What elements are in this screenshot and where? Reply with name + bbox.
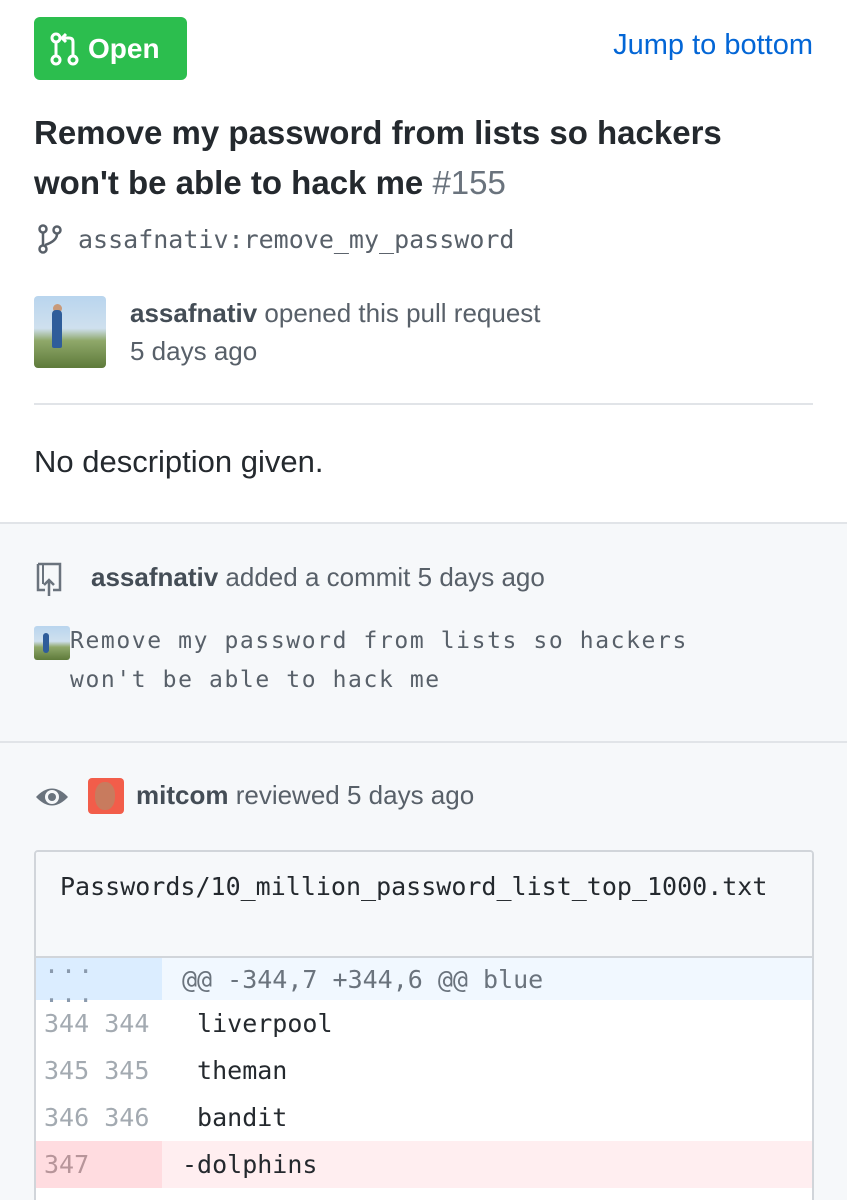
opened-text: opened this pull request (264, 298, 541, 328)
branch-name[interactable]: assafnativ:remove_my_password (78, 225, 515, 254)
jump-to-bottom-link[interactable]: Jump to bottom (613, 29, 813, 62)
git-branch-icon (38, 224, 62, 254)
divider (0, 741, 847, 743)
author-link[interactable]: assafnativ (130, 298, 257, 328)
line-numbers: 345 345 (36, 1047, 162, 1094)
repo-push-icon (36, 562, 62, 596)
new-line-number: 344 (104, 1009, 150, 1038)
diff-code: bandit (182, 1103, 288, 1132)
line-numbers: 347 (36, 1141, 162, 1188)
pr-opener: assafnativ opened this pull request 5 da… (34, 296, 813, 370)
diff-hunk-row[interactable]: ... ... @@ -344,7 +344,6 @@ blue (36, 950, 812, 1008)
pr-description: No description given. (34, 444, 324, 479)
diff-row-deleted[interactable]: 347 -dolphins (36, 1141, 812, 1188)
avatar[interactable] (34, 296, 106, 368)
git-pull-request-icon (50, 32, 79, 65)
commit-action: added a commit 5 days ago (225, 562, 545, 592)
reviewer-link[interactable]: mitcom (136, 780, 228, 810)
diff-row[interactable]: 344 344 liverpool (36, 1000, 812, 1047)
commit-event-text: assafnativ added a commit 5 days ago (91, 562, 545, 593)
diff-row[interactable]: 346 346 bandit (36, 1094, 812, 1141)
avatar[interactable] (34, 626, 70, 660)
status-label: Open (88, 32, 160, 64)
status-badge: Open (34, 17, 187, 80)
avatar[interactable] (88, 778, 124, 814)
old-line-number: 344 (44, 1009, 90, 1038)
new-line-number: 346 (104, 1103, 150, 1132)
diff-code: liverpool (182, 1009, 333, 1038)
review-event: mitcom reviewed 5 days ago (34, 778, 813, 818)
diff-row[interactable]: 345 345 theman (36, 1047, 812, 1094)
hunk-expander[interactable]: ... ... (36, 950, 162, 1008)
line-numbers: 344 344 (36, 1000, 162, 1047)
commit-message-line: won't be able to hack me (70, 667, 441, 693)
new-line-number: 345 (104, 1056, 150, 1085)
line-numbers: 346 346 (36, 1094, 162, 1141)
diff-file-path[interactable]: Passwords/10_million_password_list_top_1… (36, 852, 812, 958)
diff-code: theman (182, 1056, 288, 1085)
pr-title: Remove my password from lists so hackers… (34, 108, 814, 208)
opened-time: 5 days ago (130, 336, 258, 366)
hunk-header: @@ -344,7 +344,6 @@ blue (182, 964, 544, 994)
pr-title-text: Remove my password from lists so hackers… (34, 114, 722, 201)
old-line-number: 345 (44, 1056, 90, 1085)
pr-number: #155 (432, 164, 506, 201)
pr-top-bar: Open Jump to bottom (34, 17, 813, 81)
commit-author-link[interactable]: assafnativ (91, 562, 218, 592)
commit-event: assafnativ added a commit 5 days ago (34, 560, 813, 596)
divider (34, 403, 813, 405)
commit-message-link[interactable]: Remove my password from lists so hackers… (70, 622, 770, 700)
review-action: reviewed 5 days ago (235, 780, 475, 810)
old-line-number: 346 (44, 1103, 90, 1132)
branch-ref: assafnativ:remove_my_password (36, 222, 515, 256)
diff-code: -dolphins (182, 1150, 318, 1179)
old-line-number: 347 (44, 1150, 90, 1179)
review-event-text: mitcom reviewed 5 days ago (136, 780, 474, 811)
opener-line: assafnativ opened this pull request (130, 298, 541, 329)
eye-icon (36, 788, 68, 806)
diff-view: Passwords/10_million_password_list_top_1… (34, 850, 814, 1200)
commit-message-line: Remove my password from lists so hackers (70, 628, 688, 654)
